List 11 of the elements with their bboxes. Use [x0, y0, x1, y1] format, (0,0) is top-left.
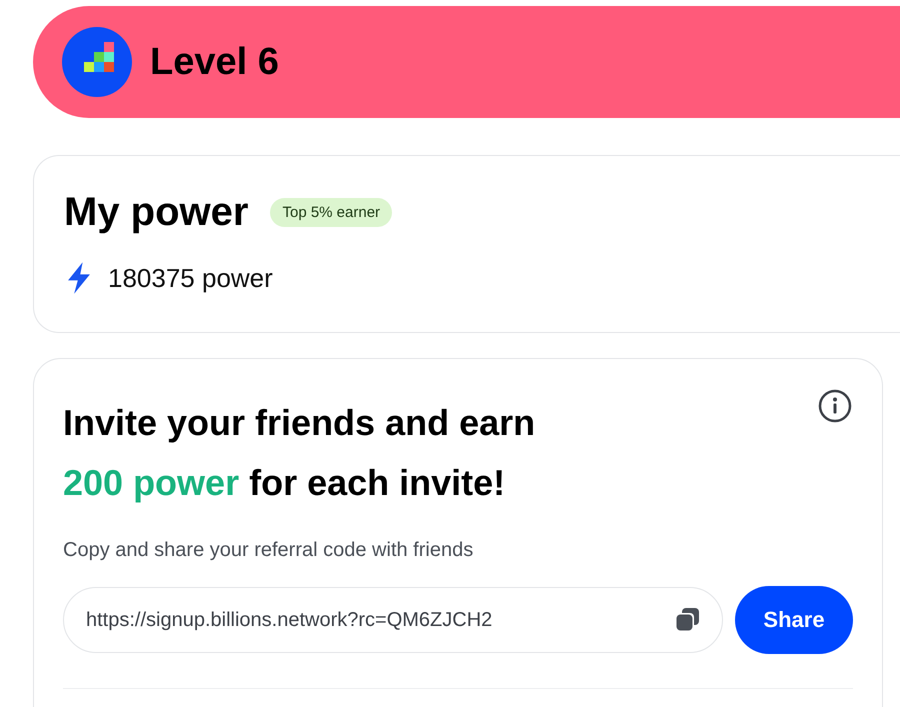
copy-icon[interactable]	[674, 607, 700, 633]
referral-description: Copy and share your referral code with friends	[63, 539, 474, 562]
info-icon[interactable]	[818, 389, 852, 423]
power-amount: 180375 power	[108, 262, 273, 294]
power-title: My power	[64, 190, 248, 235]
level-title: Level 6	[150, 40, 279, 84]
invite-title: Invite your friends and earn 200 power for each invite!	[63, 401, 536, 505]
earner-badge: Top 5% earner	[270, 198, 392, 227]
share-button[interactable]: Share	[735, 586, 853, 654]
referral-link-field[interactable]: https://signup.billions.network?rc=QM6ZJCH2	[63, 587, 723, 653]
level-logo-icon	[62, 27, 132, 97]
